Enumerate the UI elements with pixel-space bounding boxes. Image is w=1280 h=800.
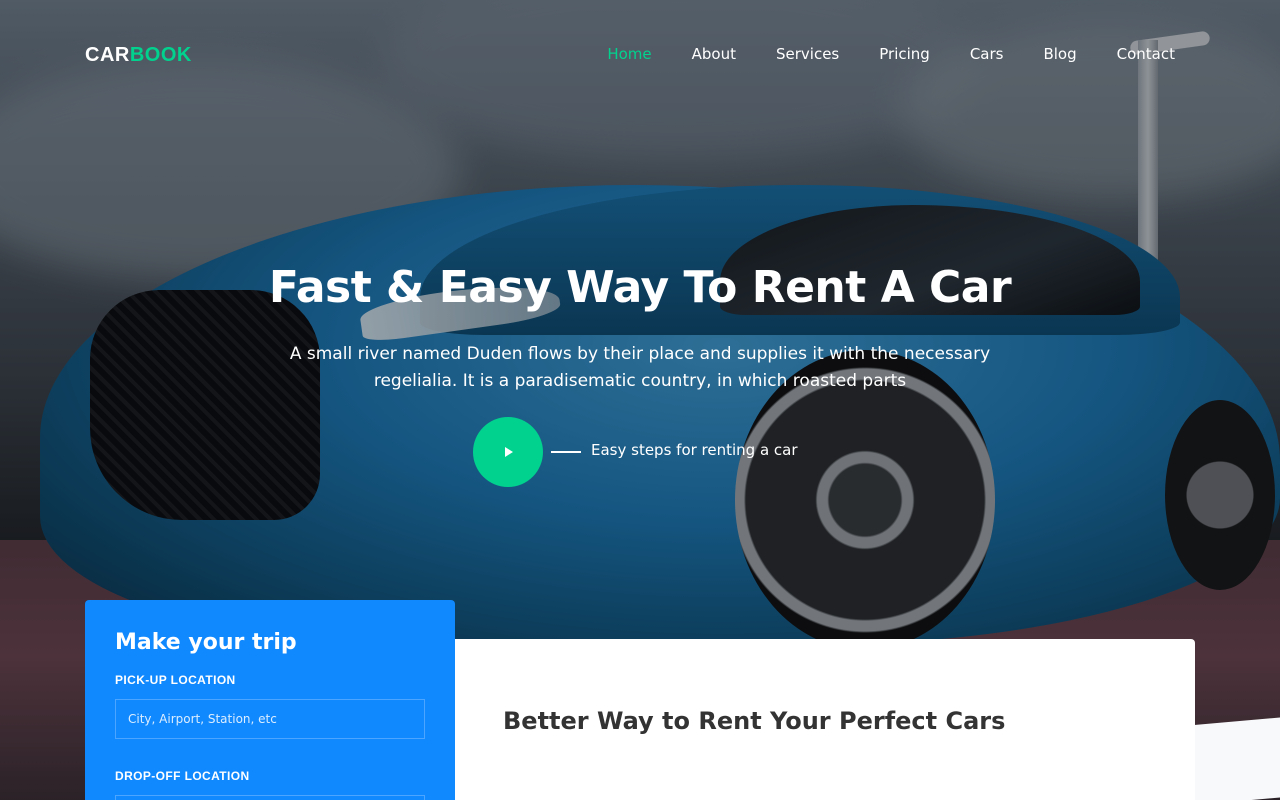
services-panel-title: Better Way to Rent Your Perfect Cars — [503, 707, 1006, 735]
nav-item-blog[interactable]: Blog — [1043, 45, 1076, 63]
brand-part-2: BOOK — [129, 44, 192, 66]
nav-item-services[interactable]: Services — [776, 45, 839, 63]
trip-booking-form: Make your trip PICK-UP LOCATION DROP-OFF… — [85, 600, 455, 800]
play-icon — [505, 447, 513, 457]
trip-form-title: Make your trip — [115, 630, 297, 655]
nav-item-pricing[interactable]: Pricing — [879, 45, 930, 63]
services-panel: Better Way to Rent Your Perfect Cars — [455, 639, 1195, 800]
dropoff-location-input[interactable] — [115, 795, 425, 800]
nav-item-contact[interactable]: Contact — [1117, 45, 1175, 63]
pickup-location-input[interactable] — [115, 699, 425, 739]
brand-part-1: CAR — [85, 44, 130, 66]
nav-item-about[interactable]: About — [692, 45, 736, 63]
hero-title: Fast & Easy Way To Rent A Car — [268, 262, 1012, 313]
play-video-button[interactable] — [473, 417, 543, 487]
nav-item-home[interactable]: Home — [607, 45, 651, 63]
hero-subtitle-line-2: regelialia. It is a paradisematic countr… — [373, 371, 907, 391]
play-video-label[interactable]: Easy steps for renting a car — [591, 441, 798, 459]
play-divider-line — [551, 451, 581, 453]
hero-subtitle-line-1: A small river named Duden flows by their… — [289, 344, 991, 364]
brand-logo[interactable]: CARBOOK — [85, 44, 192, 67]
nav-menu: Home About Services Pricing Cars Blog Co… — [567, 45, 1175, 63]
dropoff-location-label: DROP-OFF LOCATION — [115, 769, 250, 783]
nav-item-cars[interactable]: Cars — [970, 45, 1004, 63]
hero-subtitle: A small river named Duden flows by their… — [240, 341, 1040, 395]
navbar: CARBOOK Home About Services Pricing Cars… — [0, 0, 1280, 110]
pickup-location-label: PICK-UP LOCATION — [115, 673, 236, 687]
